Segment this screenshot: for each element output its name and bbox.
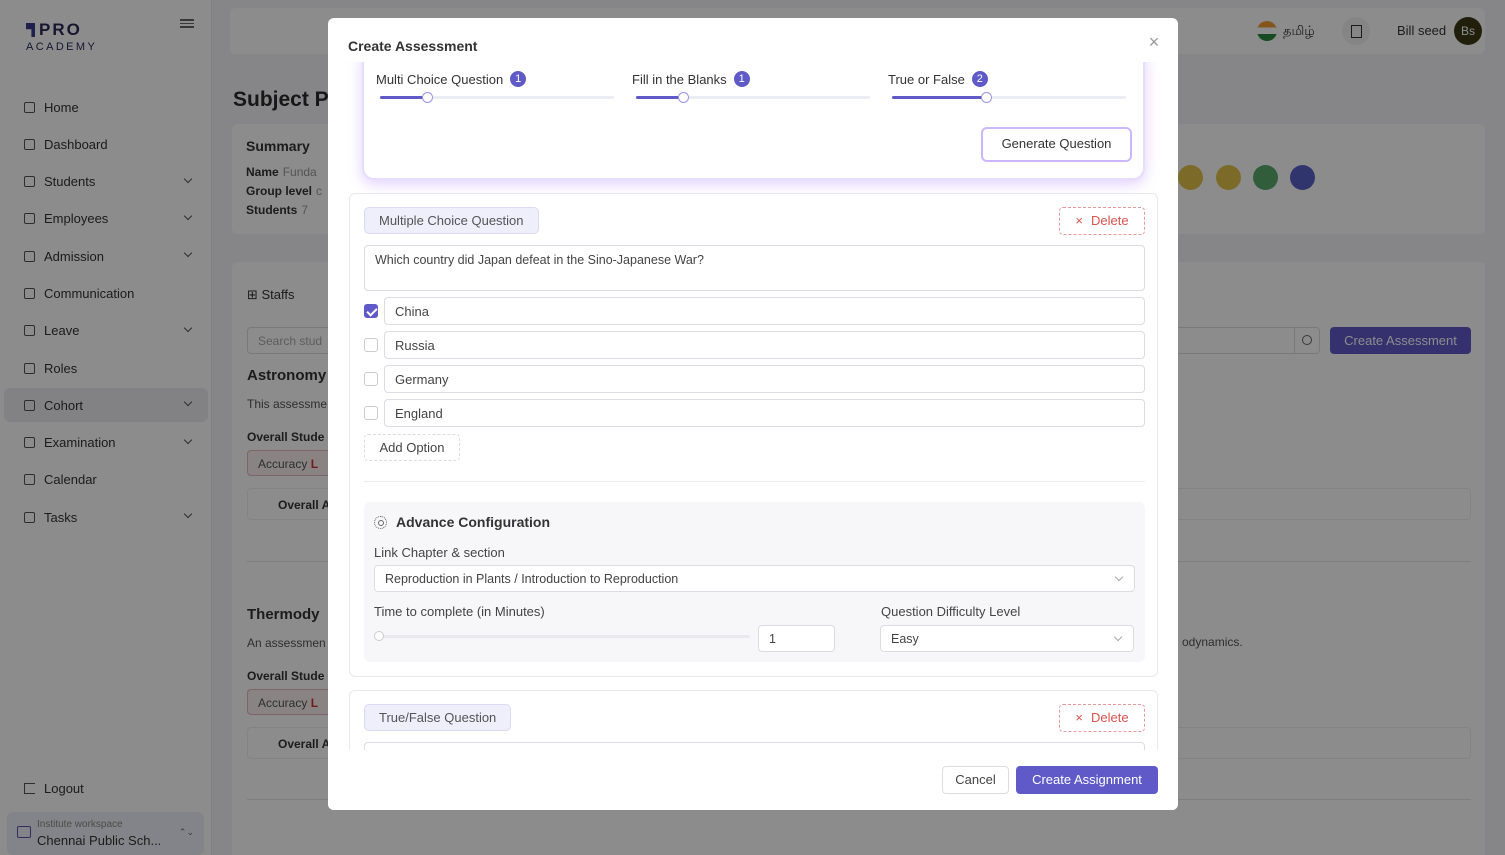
option-input[interactable]: Germany <box>384 365 1145 393</box>
close-icon[interactable]: × <box>1146 33 1162 51</box>
advance-config-title: Advance Configuration <box>374 514 550 530</box>
generate-question-button[interactable]: Generate Question <box>981 127 1132 162</box>
cancel-button[interactable]: Cancel <box>942 766 1009 794</box>
add-option-button[interactable]: Add Option <box>364 434 460 461</box>
create-assessment-modal: Create Assessment × Multi Choice Questio… <box>328 18 1178 810</box>
link-chapter-select[interactable]: Reproduction in Plants / Introduction to… <box>374 565 1135 592</box>
option-checkbox[interactable] <box>364 338 378 352</box>
divider <box>364 481 1145 482</box>
option-row: England <box>364 399 1145 427</box>
question-count-slider[interactable] <box>892 92 1126 103</box>
gear-icon <box>374 515 387 529</box>
slider-handle[interactable] <box>421 92 433 103</box>
option-row: Germany <box>364 365 1145 393</box>
time-input[interactable]: 1 <box>758 625 835 652</box>
question-count-badge: 2 <box>971 71 988 87</box>
question-count-slider[interactable] <box>380 92 614 103</box>
question-type-badge: Multiple Choice Question <box>364 207 539 234</box>
time-slider[interactable] <box>374 631 750 641</box>
option-checkbox[interactable] <box>364 406 378 420</box>
option-input[interactable]: China <box>384 297 1145 325</box>
question-generator: Multi Choice Question 1 Fill in the Blanks… <box>362 62 1145 180</box>
question-count-badge: 1 <box>510 71 527 87</box>
option-checkbox[interactable] <box>364 304 378 318</box>
difficulty-select[interactable]: Easy <box>880 625 1134 652</box>
question-count-slider[interactable] <box>636 92 870 103</box>
option-row: Russia <box>364 331 1145 359</box>
slider-fill <box>380 96 427 99</box>
delete-question-button[interactable]: × Delete <box>1059 207 1145 235</box>
modal-body[interactable]: Multi Choice Question 1 Fill in the Blanks… <box>328 62 1178 750</box>
link-chapter-label: Link Chapter & section <box>374 545 505 560</box>
question-text-input[interactable]: Which country did Japan defeat in the Si… <box>364 245 1145 291</box>
question-type-badge: True/False Question <box>364 704 512 731</box>
question-type-label: True or False 2 <box>888 71 988 87</box>
question-type-label: Multi Choice Question 1 <box>376 71 527 87</box>
option-input[interactable]: England <box>384 399 1145 427</box>
question-text-input[interactable] <box>364 742 1145 750</box>
question-count-badge: 1 <box>733 71 750 87</box>
difficulty-label: Question Difficulty Level <box>881 604 1021 619</box>
chevron-down-icon <box>1113 632 1123 642</box>
option-row: China <box>364 297 1145 325</box>
slider-handle[interactable] <box>980 92 992 103</box>
delete-question-button[interactable]: × Delete <box>1059 704 1145 732</box>
advance-configuration: Advance Configuration Link Chapter & sec… <box>364 502 1145 662</box>
slider-fill <box>636 96 683 99</box>
close-icon: × <box>1075 710 1083 725</box>
time-slider-handle[interactable] <box>374 631 384 641</box>
close-icon: × <box>1075 213 1083 228</box>
slider-fill <box>892 96 986 99</box>
question-type-label: Fill in the Blanks 1 <box>632 71 750 87</box>
question-card: True/False Question × Delete <box>349 690 1158 750</box>
time-label: Time to complete (in Minutes) <box>374 604 545 619</box>
chevron-down-icon <box>1114 572 1124 582</box>
question-card: Multiple Choice Question × Delete Which c… <box>349 193 1158 677</box>
slider-handle[interactable] <box>677 92 689 103</box>
option-checkbox[interactable] <box>364 372 378 386</box>
modal-title: Create Assessment <box>348 38 478 54</box>
create-assignment-button[interactable]: Create Assignment <box>1016 766 1158 794</box>
option-input[interactable]: Russia <box>384 331 1145 359</box>
